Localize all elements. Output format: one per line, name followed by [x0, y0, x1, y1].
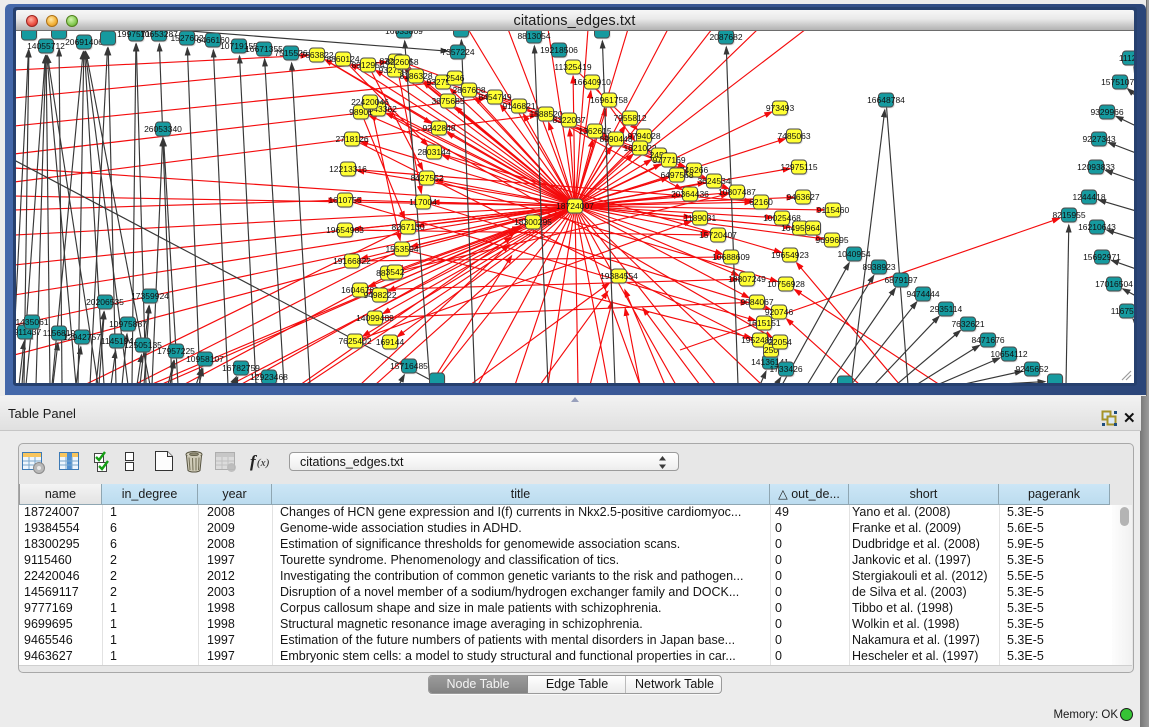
- svg-text:11325419: 11325419: [554, 62, 591, 72]
- svg-text:7632621: 7632621: [951, 319, 984, 329]
- svg-text:7955812: 7955812: [613, 113, 646, 123]
- svg-text:12942757: 12942757: [63, 332, 101, 342]
- svg-text:11124: 11124: [1119, 53, 1134, 63]
- svg-text:15751074: 15751074: [1101, 77, 1134, 87]
- svg-text:6879197: 6879197: [884, 275, 917, 285]
- svg-text:18300295: 18300295: [514, 217, 552, 227]
- svg-text:2087682: 2087682: [709, 32, 742, 42]
- svg-text:20206535: 20206535: [86, 297, 124, 307]
- svg-text:1435061: 1435061: [16, 317, 49, 327]
- svg-text:3624534: 3624534: [697, 176, 730, 186]
- svg-text:8215955: 8215955: [1052, 210, 1085, 220]
- svg-text:7485063: 7485063: [777, 131, 810, 141]
- svg-text:8427552: 8427552: [410, 173, 443, 183]
- svg-text:14055712: 14055712: [27, 41, 65, 51]
- svg-text:9115460: 9115460: [817, 205, 850, 215]
- svg-text:2803144: 2803144: [417, 147, 450, 157]
- svg-text:19218506: 19218506: [540, 45, 578, 55]
- svg-text:26053340: 26053340: [144, 124, 182, 134]
- svg-text:15716485: 15716485: [390, 361, 428, 371]
- svg-text:9777169: 9777169: [652, 155, 685, 165]
- svg-text:16210643: 16210643: [1078, 222, 1116, 232]
- svg-text:10654112: 10654112: [990, 349, 1027, 359]
- svg-text:19166822: 19166822: [333, 256, 371, 266]
- svg-text:10975887: 10975887: [109, 319, 147, 329]
- svg-text:117004: 117004: [409, 197, 437, 207]
- svg-text:19654923: 19654923: [771, 250, 809, 260]
- svg-text:8471676: 8471676: [971, 335, 1004, 345]
- svg-text:9329966: 9329966: [1090, 107, 1123, 117]
- svg-text:964: 964: [806, 223, 820, 233]
- svg-text:12923468: 12923468: [250, 372, 288, 382]
- svg-text:1167534: 1167534: [1111, 306, 1134, 316]
- svg-text:3875685: 3875685: [431, 96, 464, 106]
- svg-text:1553594: 1553594: [385, 244, 418, 254]
- svg-text:10756928: 10756928: [767, 279, 805, 289]
- svg-text:9794028: 9794028: [627, 131, 660, 141]
- svg-text:17359924: 17359924: [131, 291, 169, 301]
- svg-text:9245652: 9245652: [1015, 364, 1048, 374]
- svg-text:62160: 62160: [749, 197, 773, 207]
- svg-text:6497568: 6497568: [660, 170, 693, 180]
- svg-text:16961758: 16961758: [590, 95, 628, 105]
- svg-text:20691406: 20691406: [65, 37, 103, 47]
- svg-text:18724007: 18724007: [556, 201, 594, 211]
- svg-text:1244418: 1244418: [1072, 192, 1105, 202]
- svg-text:1610755: 1610755: [328, 195, 361, 205]
- svg-text:3542: 3542: [386, 267, 405, 277]
- svg-text:9227343: 9227343: [1082, 134, 1115, 144]
- svg-text:9498222: 9498222: [363, 290, 396, 300]
- svg-text:10688609: 10688609: [712, 252, 750, 262]
- svg-text:2718126: 2718126: [335, 134, 368, 144]
- svg-text:20364436: 20364436: [671, 189, 709, 199]
- svg-text:10807487: 10807487: [718, 187, 756, 197]
- svg-text:10958107: 10958107: [186, 354, 224, 364]
- svg-text:9474444: 9474444: [906, 289, 939, 299]
- svg-text:16033809: 16033809: [385, 31, 423, 36]
- svg-text:22420046: 22420046: [351, 97, 389, 107]
- svg-text:18807249: 18807249: [728, 274, 766, 284]
- svg-text:8938923: 8938923: [862, 262, 895, 272]
- svg-text:12093833: 12093833: [1077, 162, 1115, 172]
- svg-text:12213316: 12213316: [329, 164, 367, 174]
- svg-text:9463627: 9463627: [786, 192, 819, 202]
- svg-text:22054: 22054: [768, 337, 792, 347]
- svg-text:2935114: 2935114: [930, 304, 963, 314]
- svg-text:17016504: 17016504: [1095, 279, 1133, 289]
- svg-text:8267130: 8267130: [391, 222, 424, 232]
- svg-text:16640910: 16640910: [573, 77, 611, 87]
- svg-text:1189031: 1189031: [684, 213, 717, 223]
- svg-text:1040954: 1040954: [837, 249, 870, 259]
- svg-text:9084067: 9084067: [740, 297, 773, 307]
- svg-text:8226058: 8226058: [385, 57, 418, 67]
- svg-text:9242848: 9242848: [422, 123, 455, 133]
- svg-text:9699695: 9699695: [815, 235, 848, 245]
- svg-text:8322037: 8322037: [552, 115, 585, 125]
- svg-text:16648784: 16648784: [867, 95, 905, 105]
- svg-text:(x): (x): [257, 457, 270, 469]
- svg-text:973493: 973493: [766, 103, 795, 113]
- svg-text:169144: 169144: [376, 337, 405, 347]
- svg-text:1733426: 1733426: [769, 364, 802, 374]
- svg-text:920746: 920746: [765, 307, 794, 317]
- svg-text:15692971: 15692971: [1083, 252, 1121, 262]
- svg-text:8813054: 8813054: [517, 31, 550, 41]
- svg-text:2546: 2546: [446, 73, 465, 83]
- svg-text:12975115: 12975115: [780, 162, 817, 172]
- svg-text:19384554: 19384554: [600, 271, 638, 281]
- svg-text:7357224: 7357224: [441, 47, 474, 57]
- svg-text:14099489: 14099489: [356, 313, 394, 323]
- svg-text:19654983: 19654983: [326, 225, 364, 235]
- svg-text:7625402: 7625402: [338, 336, 371, 346]
- svg-text:15720407: 15720407: [699, 230, 737, 240]
